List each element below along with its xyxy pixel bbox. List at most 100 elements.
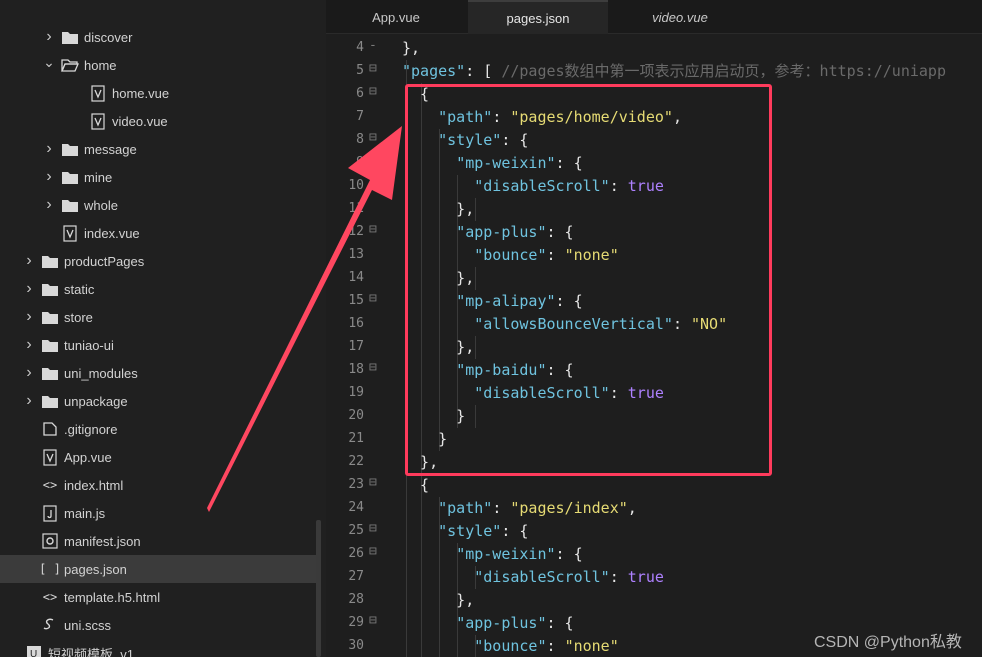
code-token: : xyxy=(609,177,628,195)
line-number: 6 xyxy=(356,86,364,101)
code-token: "style" xyxy=(438,522,502,540)
tree-item[interactable]: uni.scss xyxy=(0,611,318,639)
chevron-right-icon[interactable]: › xyxy=(20,364,38,382)
code-line[interactable]: } xyxy=(402,405,465,428)
code-line[interactable]: "pages": [ //pages数组中第一项表示应用启动页，参考：https… xyxy=(402,60,946,83)
tree-item-label: .gitignore xyxy=(64,421,118,437)
tree-item[interactable]: › store xyxy=(0,303,318,331)
code-line[interactable]: "style": { xyxy=(402,520,528,543)
fold-toggle-icon[interactable]: ⊟ xyxy=(369,153,377,168)
tree-item[interactable]: › message xyxy=(0,135,318,163)
tree-item[interactable]: <> index.html xyxy=(0,471,318,499)
folder-icon xyxy=(38,391,62,411)
tree-item[interactable]: App.vue xyxy=(0,443,318,471)
code-token: } xyxy=(402,430,448,448)
code-line[interactable]: "mp-weixin": { xyxy=(402,543,583,566)
tree-item[interactable]: main.js xyxy=(0,499,318,527)
code-line[interactable]: "bounce": "none" xyxy=(402,635,619,657)
indent-guide xyxy=(475,336,476,359)
code-line[interactable]: "path": "pages/index", xyxy=(402,497,637,520)
code-line[interactable]: }, xyxy=(402,336,474,359)
tree-item[interactable]: manifest.json xyxy=(0,527,318,555)
tree-item[interactable]: › static xyxy=(0,275,318,303)
folder-icon xyxy=(38,363,62,383)
chevron-right-icon[interactable]: › xyxy=(20,336,38,354)
code-line[interactable]: }, xyxy=(402,37,420,60)
tree-item[interactable]: index.vue xyxy=(0,219,318,247)
fold-toggle-icon[interactable]: ⊟ xyxy=(369,291,377,306)
code-line[interactable]: } xyxy=(402,428,447,451)
code-token: "pages/index" xyxy=(510,499,628,517)
code-line[interactable]: "style": { xyxy=(402,129,528,152)
svg-text:U: U xyxy=(30,649,37,657)
tree-item[interactable]: › whole xyxy=(0,191,318,219)
tree-item[interactable]: ⌄ home xyxy=(0,51,318,79)
fold-toggle-icon[interactable]: ⊟ xyxy=(369,360,377,375)
code-token: "path" xyxy=(438,108,493,126)
tree-item[interactable]: <> template.h5.html xyxy=(0,583,318,611)
code-line[interactable]: "allowsBounceVertical": "NO" xyxy=(402,313,727,336)
tree-item[interactable]: › productPages xyxy=(0,247,318,275)
fold-toggle-icon[interactable]: ⊟ xyxy=(369,222,377,237)
chevron-right-icon[interactable]: › xyxy=(20,392,38,410)
code-line[interactable]: "mp-baidu": { xyxy=(402,359,573,382)
chevron-right-icon[interactable]: › xyxy=(40,168,58,186)
chevron-right-icon[interactable]: › xyxy=(40,28,58,46)
code-line[interactable]: "disableScroll": true xyxy=(402,175,664,198)
fold-toggle-icon[interactable]: - xyxy=(369,38,377,53)
tree-item[interactable]: [ ] pages.json xyxy=(0,555,318,583)
code-token: "style" xyxy=(438,131,502,149)
tree-item[interactable]: home.vue xyxy=(0,79,318,107)
tree-item-label: home.vue xyxy=(112,85,170,101)
fold-toggle-icon[interactable]: ⊟ xyxy=(369,521,377,536)
code-token: }, xyxy=(402,338,475,356)
code-token: : { xyxy=(501,131,529,149)
code-line[interactable]: "app-plus": { xyxy=(402,221,573,244)
tab-video-vue[interactable]: video.vue xyxy=(610,0,750,34)
tree-item[interactable]: › uni_modules xyxy=(0,359,318,387)
fold-toggle-icon[interactable]: ⊟ xyxy=(369,613,377,628)
fold-toggle-icon[interactable]: ⊟ xyxy=(369,130,377,145)
fold-toggle-icon[interactable]: ⊟ xyxy=(369,84,377,99)
tree-item[interactable]: › discover xyxy=(0,23,318,51)
tree-item[interactable]: video.vue xyxy=(0,107,318,135)
chevron-right-icon[interactable]: › xyxy=(20,280,38,298)
code-line[interactable]: "disableScroll": true xyxy=(402,566,664,589)
chevron-right-icon[interactable]: › xyxy=(20,308,38,326)
code-line[interactable]: "mp-weixin": { xyxy=(402,152,582,175)
code-line[interactable]: }, xyxy=(402,198,474,221)
tree-item[interactable]: › unpackage xyxy=(0,387,318,415)
tree-item[interactable]: › tuniao-ui xyxy=(0,331,318,359)
chevron-right-icon[interactable]: › xyxy=(40,140,58,158)
tab-app-vue[interactable]: App.vue xyxy=(326,0,466,34)
code-token: { xyxy=(402,476,430,494)
chevron-down-icon[interactable]: ⌄ xyxy=(40,54,58,71)
code-line[interactable]: "bounce": "none" xyxy=(402,244,619,267)
tree-item[interactable]: › mine xyxy=(0,163,318,191)
code-line[interactable]: { xyxy=(402,83,429,106)
vue-file-icon xyxy=(38,447,62,467)
code-line[interactable]: "disableScroll": true xyxy=(402,382,664,405)
indent-guide xyxy=(475,405,476,428)
code-line[interactable]: "app-plus": { xyxy=(402,612,573,635)
line-number: 14 xyxy=(348,270,364,285)
code-line[interactable]: "mp-alipay": { xyxy=(402,290,582,313)
tree-item-label: main.js xyxy=(64,505,106,521)
code-line[interactable]: }, xyxy=(402,589,474,612)
chevron-right-icon[interactable]: › xyxy=(20,252,38,270)
tree-item[interactable]: U 短视频模板_v1 xyxy=(0,639,318,657)
fold-toggle-icon[interactable]: ⊟ xyxy=(369,61,377,76)
code-token: : { xyxy=(555,545,583,563)
sidebar-scrollbar[interactable] xyxy=(316,520,321,657)
code-line[interactable]: { xyxy=(402,474,429,497)
code-line[interactable]: }, xyxy=(402,267,474,290)
chevron-right-icon[interactable]: › xyxy=(40,196,58,214)
fold-toggle-icon[interactable]: ⊟ xyxy=(369,544,377,559)
tab-pages-json[interactable]: pages.json xyxy=(468,0,608,34)
fold-toggle-icon[interactable]: ⊟ xyxy=(369,475,377,490)
code-line[interactable]: }, xyxy=(402,451,438,474)
tree-item[interactable]: .gitignore xyxy=(0,415,318,443)
line-number: 29 xyxy=(348,615,364,630)
code-line[interactable]: "path": "pages/home/video", xyxy=(402,106,682,129)
